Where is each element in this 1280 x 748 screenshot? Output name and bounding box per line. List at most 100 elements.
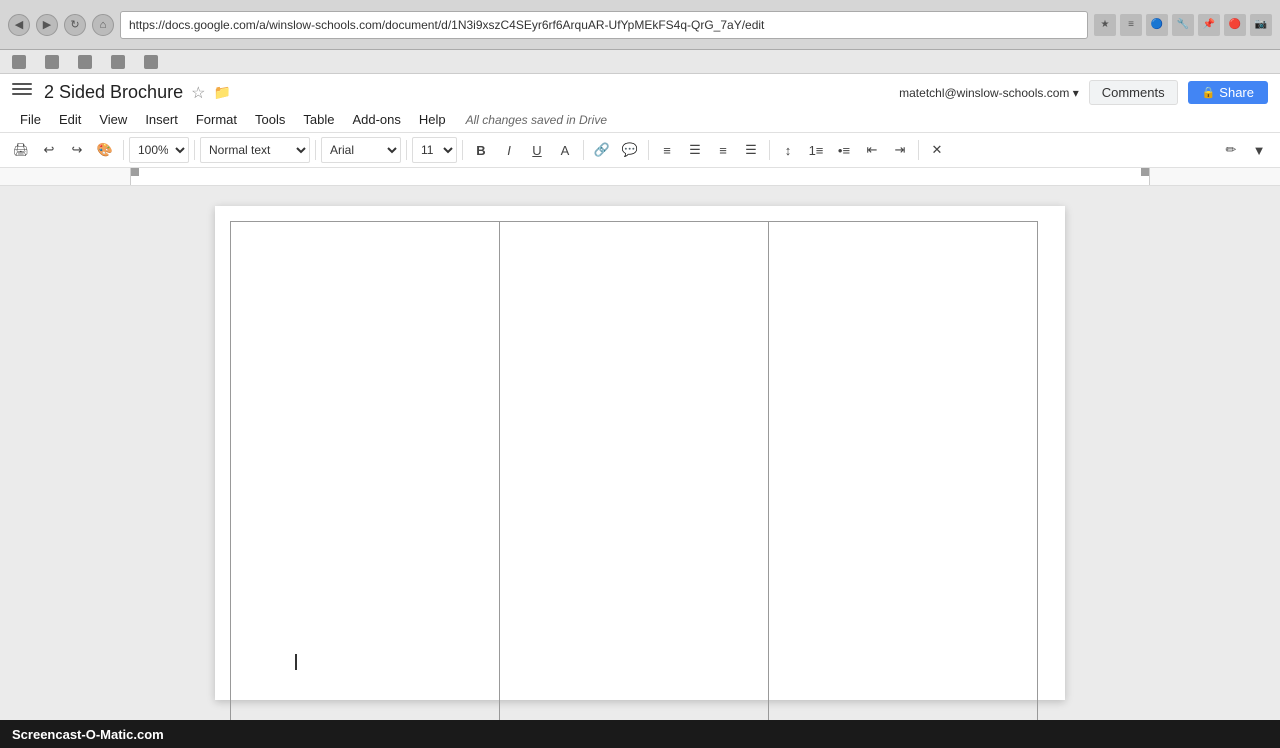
font-select[interactable]: Arial xyxy=(321,137,401,163)
autosave-status: All changes saved in Drive xyxy=(466,113,607,127)
user-email[interactable]: matetchl@winslow-schools.com ▾ xyxy=(899,86,1079,100)
ruler-right-handle[interactable] xyxy=(1141,168,1149,176)
forward-button[interactable]: ▶ xyxy=(36,14,58,36)
screencast-label: Screencast-O-Matic.com xyxy=(12,727,164,742)
bookmark-icon-3 xyxy=(78,55,92,69)
title-bar: 2 Sided Brochure ☆ 📁 matetchl@winslow-sc… xyxy=(0,74,1280,107)
back-button[interactable]: ◀ xyxy=(8,14,30,36)
bookmark-icon-5 xyxy=(144,55,158,69)
extension-icon-1[interactable]: 🔵 xyxy=(1146,14,1168,36)
comment-button[interactable]: 💬 xyxy=(617,137,643,163)
hamburger-line-2 xyxy=(12,88,32,90)
underline-button[interactable]: U xyxy=(524,137,550,163)
bookmarks-bar xyxy=(0,50,1280,74)
browser-chrome: ◀ ▶ ↻ ⌂ https://docs.google.com/a/winslo… xyxy=(0,0,1280,50)
align-right-button[interactable]: ≡ xyxy=(710,137,736,163)
sidebar-toggle-button[interactable] xyxy=(12,83,32,103)
pencil-button[interactable]: ✏ xyxy=(1218,137,1244,163)
line-spacing-button[interactable]: ↕ xyxy=(775,137,801,163)
bookmark-4[interactable] xyxy=(105,52,134,72)
reload-button[interactable]: ↻ xyxy=(64,14,86,36)
align-left-button[interactable]: ≡ xyxy=(654,137,680,163)
increase-indent-button[interactable]: ⇥ xyxy=(887,137,913,163)
style-select[interactable]: Normal text xyxy=(200,137,310,163)
divider-5 xyxy=(462,140,463,160)
star-icon[interactable]: ☆ xyxy=(191,83,205,103)
italic-button[interactable]: I xyxy=(496,137,522,163)
comments-button[interactable]: Comments xyxy=(1089,80,1178,105)
bookmark-3[interactable] xyxy=(72,52,101,72)
browser-actions: ★ ≡ 🔵 🔧 📌 🔴 📷 xyxy=(1094,14,1272,36)
app-container: 2 Sided Brochure ☆ 📁 matetchl@winslow-sc… xyxy=(0,74,1280,720)
numbered-list-button[interactable]: 1≡ xyxy=(803,137,829,163)
bookmark-2[interactable] xyxy=(39,52,68,72)
bookmark-icon-1 xyxy=(12,55,26,69)
menu-addons[interactable]: Add-ons xyxy=(344,109,408,130)
docs-header: 2 Sided Brochure ☆ 📁 matetchl@winslow-sc… xyxy=(0,74,1280,133)
home-button[interactable]: ⌂ xyxy=(92,14,114,36)
undo-button[interactable]: ↩ xyxy=(36,137,62,163)
align-center-button[interactable]: ☰ xyxy=(682,137,708,163)
link-button[interactable]: 🔗 xyxy=(589,137,615,163)
menu-format[interactable]: Format xyxy=(188,109,245,130)
divider-6 xyxy=(583,140,584,160)
ruler xyxy=(0,168,1280,186)
hamburger-line-3 xyxy=(12,93,32,95)
divider-9 xyxy=(918,140,919,160)
ruler-left-handle[interactable] xyxy=(131,168,139,176)
url-bar[interactable]: https://docs.google.com/a/winslow-school… xyxy=(120,11,1088,39)
print-button[interactable]: 🖨 xyxy=(8,137,34,163)
bookmark-icon-2 xyxy=(45,55,59,69)
url-text: https://docs.google.com/a/winslow-school… xyxy=(129,18,764,32)
menu-insert[interactable]: Insert xyxy=(137,109,186,130)
title-left: 2 Sided Brochure ☆ 📁 xyxy=(12,82,231,103)
menu-view[interactable]: View xyxy=(91,109,135,130)
lock-icon: 🔒 xyxy=(1202,86,1216,99)
bookmark-icon[interactable]: ★ xyxy=(1094,14,1116,36)
browser-menu-icon[interactable]: ≡ xyxy=(1120,14,1142,36)
clear-format-button[interactable]: ✕ xyxy=(924,137,950,163)
document-title[interactable]: 2 Sided Brochure xyxy=(44,82,183,103)
document-content-area[interactable] xyxy=(0,186,1280,720)
folder-icon[interactable]: 📁 xyxy=(213,84,230,101)
bulleted-list-button[interactable]: •≡ xyxy=(831,137,857,163)
table-cell-3[interactable] xyxy=(768,222,1037,721)
document-page xyxy=(215,206,1065,700)
extension-icon-4[interactable]: 🔴 xyxy=(1224,14,1246,36)
share-button[interactable]: 🔒 Share xyxy=(1188,81,1268,104)
more-tools-button[interactable]: ▼ xyxy=(1246,137,1272,163)
bold-button[interactable]: B xyxy=(468,137,494,163)
screencast-bar: Screencast-O-Matic.com xyxy=(0,720,1280,748)
decrease-indent-button[interactable]: ⇤ xyxy=(859,137,885,163)
divider-2 xyxy=(194,140,195,160)
menu-file[interactable]: File xyxy=(12,109,49,130)
menu-help[interactable]: Help xyxy=(411,109,454,130)
align-justify-button[interactable]: ☰ xyxy=(738,137,764,163)
zoom-select[interactable]: 100% xyxy=(129,137,189,163)
redo-button[interactable]: ↪ xyxy=(64,137,90,163)
text-cursor xyxy=(295,654,297,670)
table-cell-2[interactable] xyxy=(499,222,768,721)
menu-table[interactable]: Table xyxy=(295,109,342,130)
extension-icon-5[interactable]: 📷 xyxy=(1250,14,1272,36)
divider-7 xyxy=(648,140,649,160)
bookmark-1[interactable] xyxy=(6,52,35,72)
menu-bar: File Edit View Insert Format Tools Table… xyxy=(0,107,1280,132)
extension-icon-2[interactable]: 🔧 xyxy=(1172,14,1194,36)
font-size-select[interactable]: 11 xyxy=(412,137,457,163)
document-table xyxy=(230,221,1038,720)
menu-edit[interactable]: Edit xyxy=(51,109,89,130)
title-right: matetchl@winslow-schools.com ▾ Comments … xyxy=(899,80,1268,105)
share-label: Share xyxy=(1219,85,1254,100)
paint-format-button[interactable]: 🎨 xyxy=(92,137,118,163)
divider-8 xyxy=(769,140,770,160)
toolbar: 🖨 ↩ ↪ 🎨 100% Normal text Arial 11 B I U … xyxy=(0,133,1280,168)
divider-4 xyxy=(406,140,407,160)
extension-icon-3[interactable]: 📌 xyxy=(1198,14,1220,36)
hamburger-line-1 xyxy=(12,83,32,85)
divider-3 xyxy=(315,140,316,160)
table-cell-1[interactable] xyxy=(231,222,500,721)
menu-tools[interactable]: Tools xyxy=(247,109,293,130)
bookmark-5[interactable] xyxy=(138,52,167,72)
text-color-button[interactable]: A xyxy=(552,137,578,163)
